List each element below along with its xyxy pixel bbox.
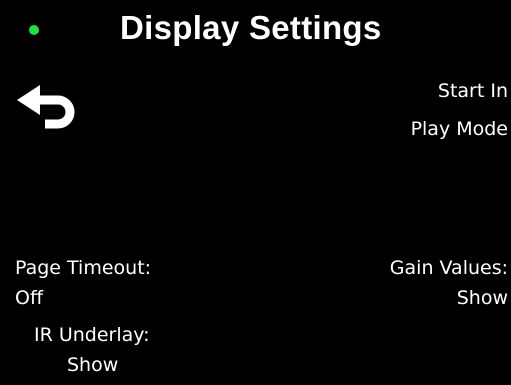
- ir-underlay-value: Show: [67, 354, 119, 376]
- gain-values-value: Show: [456, 287, 508, 309]
- play-mode-label: Play Mode: [410, 118, 508, 140]
- status-indicator: [29, 25, 39, 35]
- page-timeout-label: Page Timeout:: [15, 257, 152, 279]
- start-in-label: Start In: [437, 80, 508, 102]
- back-button[interactable]: [14, 83, 78, 129]
- page-title: Display Settings: [120, 9, 382, 46]
- gain-values-label: Gain Values:: [389, 257, 508, 279]
- back-arrow-icon: [14, 83, 78, 129]
- page-timeout-value: Off: [15, 287, 44, 309]
- ir-underlay-label: IR Underlay:: [34, 324, 150, 346]
